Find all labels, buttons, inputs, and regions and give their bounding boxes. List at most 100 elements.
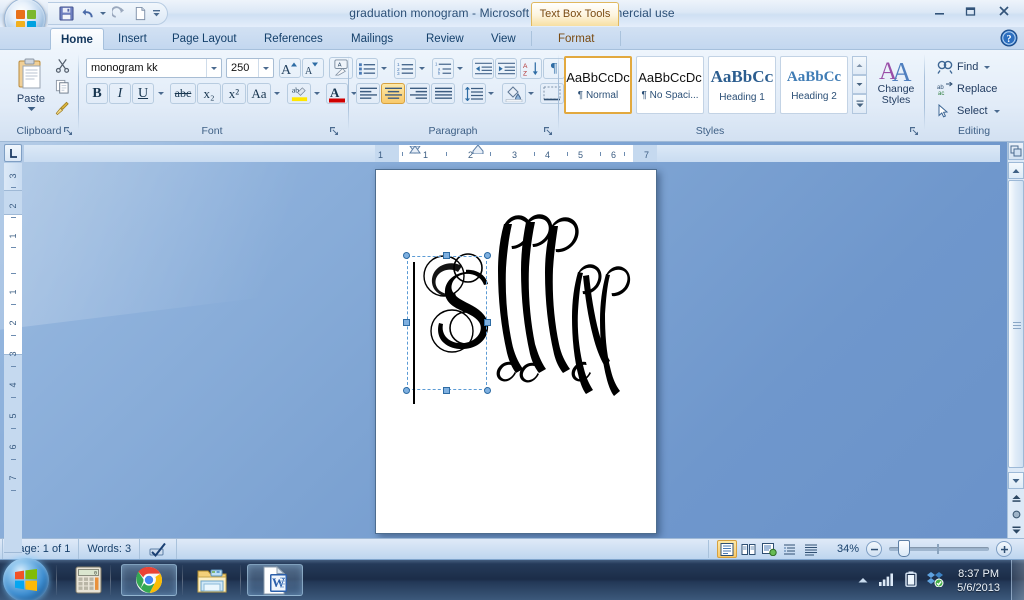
numbering-dropdown-arrow[interactable]: [416, 58, 428, 79]
paste-button[interactable]: Paste: [8, 55, 54, 119]
sort-button[interactable]: A Z: [520, 58, 542, 79]
decrease-indent-button[interactable]: [472, 58, 494, 79]
handle-top-right[interactable]: [484, 252, 491, 259]
font-size-combo[interactable]: 250: [226, 58, 274, 78]
shading-button[interactable]: [502, 83, 526, 104]
web-layout-view-button[interactable]: [759, 540, 779, 558]
tab-page-layout[interactable]: Page Layout: [162, 28, 247, 50]
cut-button[interactable]: [52, 56, 72, 75]
handle-middle-left[interactable]: [403, 319, 410, 326]
clipboard-dialog-launcher[interactable]: [62, 125, 74, 137]
undo-dropdown-arrow[interactable]: [98, 4, 108, 23]
new-document-button[interactable]: [130, 4, 150, 23]
redo-button[interactable]: [109, 4, 129, 23]
tab-references[interactable]: References: [254, 28, 333, 50]
vertical-ruler[interactable]: 3 2 1 1 2 3 4 5 6 7: [4, 163, 22, 553]
taskbar-item-windows-explorer[interactable]: [192, 564, 232, 596]
find-button[interactable]: Find: [932, 57, 1004, 77]
undo-button[interactable]: [77, 4, 97, 23]
style-card-normal[interactable]: AaBbCcDc ¶ Normal: [564, 56, 632, 114]
font-name-dropdown-arrow[interactable]: [206, 59, 221, 77]
proofing-status-button[interactable]: [140, 538, 178, 560]
handle-top-center[interactable]: [443, 252, 450, 259]
styles-dialog-launcher[interactable]: [908, 125, 920, 137]
help-button[interactable]: ?: [1000, 29, 1018, 47]
show-hidden-icons-button[interactable]: [855, 571, 870, 591]
close-button[interactable]: [987, 1, 1020, 21]
align-left-button[interactable]: [356, 83, 380, 104]
highlight-dropdown-arrow[interactable]: [311, 83, 323, 104]
print-layout-view-button[interactable]: [717, 540, 737, 558]
handle-top-left[interactable]: [403, 252, 410, 259]
outline-view-button[interactable]: [780, 540, 800, 558]
hanging-indent-marker[interactable]: [409, 145, 421, 157]
numbering-button[interactable]: 123: [394, 58, 416, 79]
bullets-button[interactable]: [356, 58, 378, 79]
tab-home[interactable]: Home: [50, 28, 104, 50]
zoom-slider-track[interactable]: [889, 540, 989, 557]
font-size-dropdown-arrow[interactable]: [258, 59, 273, 77]
tab-selector-button[interactable]: [4, 144, 22, 162]
restore-button[interactable]: [956, 1, 985, 21]
styles-more-button[interactable]: [852, 94, 867, 114]
previous-page-button[interactable]: [1009, 490, 1024, 506]
shading-dropdown-arrow[interactable]: [525, 83, 537, 104]
zoom-in-button[interactable]: [996, 541, 1012, 557]
italic-button[interactable]: I: [109, 83, 131, 104]
contextual-tab-header-text-box-tools[interactable]: Text Box Tools: [531, 2, 619, 26]
taskbar-item-microsoft-word[interactable]: W: [247, 564, 303, 596]
vertical-scrollbar[interactable]: [1007, 142, 1024, 538]
font-name-combo[interactable]: monogram kk: [86, 58, 222, 78]
copy-button[interactable]: [52, 77, 72, 96]
style-card-heading-1[interactable]: AaBbCᴄ Heading 1: [708, 56, 776, 114]
tab-insert[interactable]: Insert: [108, 28, 157, 50]
select-button[interactable]: Select: [932, 101, 1012, 121]
horizontal-ruler[interactable]: 1 1 2 3 4 5 6 7: [24, 144, 1000, 162]
handle-bottom-right[interactable]: [484, 387, 491, 394]
minimize-button[interactable]: [925, 1, 954, 21]
line-spacing-button[interactable]: [462, 83, 486, 104]
multilevel-list-button[interactable]: 1ab: [432, 58, 454, 79]
network-icon[interactable]: [879, 572, 896, 590]
font-color-button[interactable]: A: [326, 83, 348, 104]
full-screen-reading-view-button[interactable]: [738, 540, 758, 558]
scroll-down-button[interactable]: [1008, 472, 1024, 489]
taskbar-item-calculator[interactable]: 0: [68, 564, 108, 596]
paragraph-dialog-launcher[interactable]: [542, 125, 554, 137]
text-box-selection[interactable]: [403, 252, 491, 404]
style-card-no-spacing[interactable]: AaBbCcDc ¶ No Spaci...: [636, 56, 704, 114]
change-styles-button[interactable]: A A Change Styles: [872, 55, 920, 117]
tab-mailings[interactable]: Mailings: [341, 28, 403, 50]
font-dialog-launcher[interactable]: [328, 125, 340, 137]
format-painter-button[interactable]: [52, 98, 72, 117]
handle-bottom-center[interactable]: [443, 387, 450, 394]
underline-dropdown-arrow[interactable]: [154, 83, 167, 104]
start-button[interactable]: [3, 558, 49, 600]
increase-indent-button[interactable]: [495, 58, 517, 79]
change-case-button[interactable]: Aa: [247, 83, 271, 104]
handle-bottom-left[interactable]: [403, 387, 410, 394]
strikethrough-button[interactable]: abc: [170, 83, 196, 104]
shrink-font-button[interactable]: A: [302, 58, 324, 78]
text-highlight-button[interactable]: ab: [287, 83, 311, 104]
scrollbar-thumb[interactable]: [1008, 180, 1024, 468]
align-center-button[interactable]: [381, 83, 405, 104]
styles-scroll-up-button[interactable]: [852, 56, 867, 75]
tab-format[interactable]: Format: [548, 28, 604, 50]
draft-view-button[interactable]: [801, 540, 821, 558]
subscript-button[interactable]: x₂: [197, 83, 221, 104]
taskbar-item-google-chrome[interactable]: [121, 564, 177, 596]
underline-button[interactable]: U: [132, 83, 154, 104]
align-right-button[interactable]: [406, 83, 430, 104]
battery-icon[interactable]: [905, 571, 917, 590]
justify-button[interactable]: [431, 83, 455, 104]
line-spacing-dropdown-arrow[interactable]: [485, 83, 497, 104]
handle-middle-right[interactable]: [484, 319, 491, 326]
document-page[interactable]: [375, 169, 657, 534]
zoom-slider-thumb[interactable]: [898, 540, 910, 557]
scroll-up-button[interactable]: [1008, 162, 1024, 179]
show-desktop-button[interactable]: [1011, 560, 1024, 600]
change-case-dropdown-arrow[interactable]: [271, 83, 283, 104]
right-indent-marker[interactable]: [472, 144, 484, 157]
style-card-heading-2[interactable]: AaBbCc Heading 2: [780, 56, 848, 114]
